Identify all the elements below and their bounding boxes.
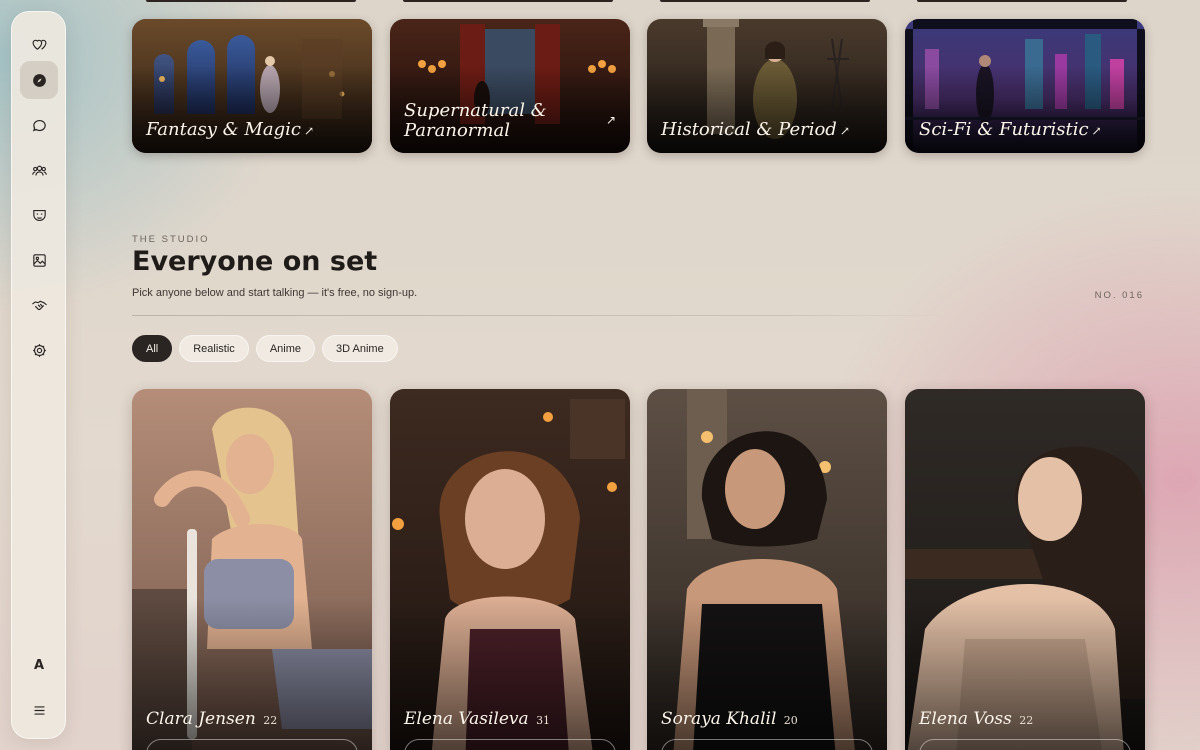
cut-off-card-edge (917, 0, 1127, 2)
character-card[interactable]: Elena Vasileva 31 (390, 389, 630, 750)
character-name-text: Elena Voss (919, 709, 1012, 729)
filter-chips: All Realistic Anime 3D Anime (132, 335, 398, 362)
gear-icon[interactable] (20, 331, 58, 369)
character-name: Soraya Khalil 20 (661, 709, 798, 729)
hamburger-menu-icon[interactable] (20, 691, 58, 729)
compass-icon[interactable] (20, 61, 58, 99)
section-eyebrow: THE STUDIO (132, 234, 210, 245)
genre-label: Supernatural & Paranormal (404, 100, 547, 141)
section-number: NO. 016 (1094, 290, 1144, 301)
character-name-text: Clara Jensen (146, 709, 256, 729)
character-card[interactable]: Elena Voss 22 (905, 389, 1145, 750)
section-subtitle: Pick anyone below and start talking — it… (132, 287, 418, 299)
genre-card-historical[interactable]: Historical & Period ↗ (647, 19, 887, 153)
character-name: Elena Vasileva 31 (404, 709, 550, 729)
genre-label-text: Fantasy & Magic (146, 119, 301, 140)
character-card[interactable]: Soraya Khalil 20 (647, 389, 887, 750)
filter-3d-anime[interactable]: 3D Anime (322, 335, 398, 362)
genre-label-text: Historical & Period (661, 119, 837, 140)
handshake-icon[interactable] (20, 286, 58, 324)
language-button[interactable]: A (20, 646, 58, 684)
character-name-text: Soraya Khalil (661, 709, 777, 729)
card-shade (132, 389, 372, 750)
image-icon[interactable] (20, 241, 58, 279)
chat-button[interactable] (919, 739, 1131, 750)
logo-hearts-icon[interactable] (20, 24, 58, 62)
character-age: 22 (1019, 714, 1034, 727)
filter-realistic[interactable]: Realistic (179, 335, 249, 362)
character-name-text: Elena Vasileva (404, 709, 529, 729)
language-letter: A (33, 657, 45, 673)
cut-off-card-edge (660, 0, 870, 2)
card-shade (390, 389, 630, 750)
chat-bubble-icon[interactable] (20, 106, 58, 144)
filter-anime[interactable]: Anime (255, 335, 315, 362)
character-name: Clara Jensen 22 (146, 709, 277, 729)
chat-button[interactable] (404, 739, 616, 750)
cut-off-card-edge (403, 0, 613, 2)
genre-card-supernatural[interactable]: Supernatural & Paranormal ↗ (390, 19, 630, 153)
arrow-up-right-icon: ↗ (839, 124, 850, 138)
genre-card-scifi[interactable]: Sci-Fi & Futuristic ↗ (905, 19, 1145, 153)
genre-label: Fantasy & Magic ↗ (146, 120, 356, 141)
cut-off-card-edge (146, 0, 356, 2)
users-icon[interactable] (20, 151, 58, 189)
section-divider (132, 315, 948, 316)
card-shade (905, 389, 1145, 750)
filter-all[interactable]: All (132, 335, 173, 362)
genre-label: Historical & Period ↗ (661, 120, 871, 141)
section-title: Everyone on set (132, 246, 378, 277)
genre-label: Sci-Fi & Futuristic ↗ (919, 120, 1129, 141)
arrow-up-right-icon: ↗ (605, 113, 616, 127)
genre-label-text: Sci-Fi & Futuristic (919, 119, 1089, 140)
character-age: 31 (536, 714, 551, 727)
character-card[interactable]: Clara Jensen 22 (132, 389, 372, 750)
character-name: Elena Voss 22 (919, 709, 1033, 729)
sidebar: A (11, 11, 66, 739)
character-age: 22 (263, 714, 278, 727)
chat-button[interactable] (661, 739, 873, 750)
mask-icon[interactable] (20, 196, 58, 234)
chat-button[interactable] (146, 739, 358, 750)
genre-card-fantasy[interactable]: Fantasy & Magic ↗ (132, 19, 372, 153)
character-age: 20 (783, 714, 798, 727)
card-shade (647, 389, 887, 750)
arrow-up-right-icon: ↗ (303, 124, 315, 138)
arrow-up-right-icon: ↗ (1091, 124, 1102, 138)
